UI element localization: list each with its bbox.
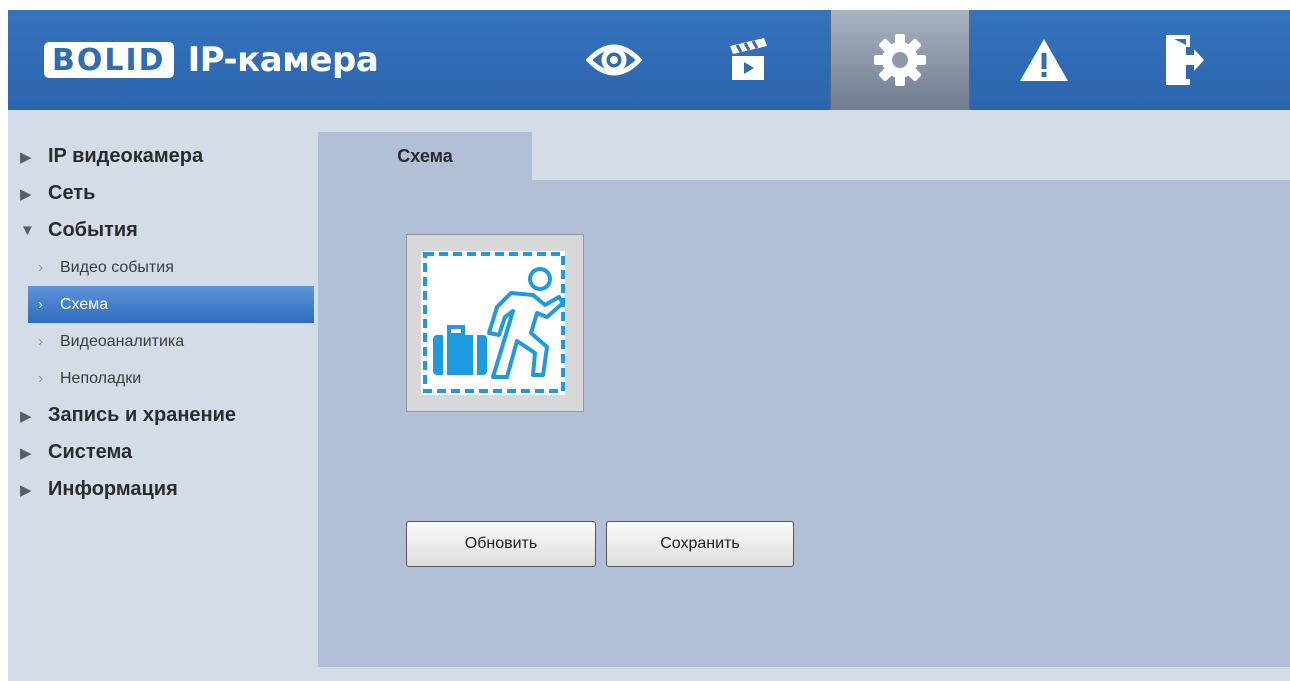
warning-icon xyxy=(1020,39,1068,81)
chevron-right-icon: › xyxy=(38,333,43,350)
triangle-right-icon: ▶ xyxy=(20,444,32,462)
sidebar-item-record-storage[interactable]: ▶ Запись и хранение xyxy=(8,397,318,434)
sidebar-item-label: Запись и хранение xyxy=(48,404,237,426)
nav-alarm[interactable] xyxy=(974,10,1114,110)
gear-icon xyxy=(874,34,926,86)
triangle-right-icon: ▶ xyxy=(20,407,32,425)
top-header: BOLID IP-камера xyxy=(8,10,1290,110)
save-button[interactable]: Сохранить xyxy=(606,521,794,567)
triangle-down-icon: ▼ xyxy=(20,222,35,239)
abandoned-object-icon xyxy=(421,251,565,395)
triangle-right-icon: ▶ xyxy=(20,481,32,499)
eye-icon xyxy=(586,44,642,76)
chevron-right-icon: › xyxy=(38,370,43,387)
sidebar-subitem-scheme[interactable]: › Схема xyxy=(28,286,314,323)
sidebar-subitem-faults[interactable]: › Неполадки xyxy=(8,360,318,397)
sidebar-subitem-label: Неполадки xyxy=(60,369,142,387)
triangle-right-icon: ▶ xyxy=(20,185,32,203)
sidebar-item-network[interactable]: ▶ Сеть xyxy=(8,175,318,212)
content-panel: Схема Обновить Сохранить xyxy=(318,132,1290,667)
scheme-abandoned-object-tile[interactable] xyxy=(406,234,584,412)
tab-bar: Схема xyxy=(318,132,1290,180)
sidebar-item-label: Информация xyxy=(48,478,178,500)
tab-scheme[interactable]: Схема xyxy=(318,132,532,180)
sidebar-item-ip-camera[interactable]: ▶ IP видеокамера xyxy=(8,138,318,175)
nav-playback[interactable] xyxy=(680,10,820,110)
exit-door-icon xyxy=(1166,35,1204,85)
clapperboard-icon xyxy=(730,38,767,80)
nav-live-view[interactable] xyxy=(544,10,684,110)
sidebar-item-events[interactable]: ▼ События xyxy=(8,212,318,249)
sidebar-item-information[interactable]: ▶ Информация xyxy=(8,471,318,508)
logo: BOLID IP-камера xyxy=(44,38,379,82)
sidebar-item-label: События xyxy=(48,219,138,241)
sidebar-subitem-video-events[interactable]: › Видео события xyxy=(8,249,318,286)
nav-logout[interactable] xyxy=(1114,10,1254,110)
sidebar-item-label: IP видеокамера xyxy=(48,145,204,167)
chevron-right-icon: › xyxy=(38,296,43,313)
sidebar-item-label: Система xyxy=(48,441,133,463)
sidebar-subitem-video-analytics[interactable]: › Видеоаналитика xyxy=(8,323,318,360)
chevron-right-icon: › xyxy=(38,259,43,276)
main-area: ▶ IP видеокамера ▶ Сеть ▼ События › Виде… xyxy=(8,110,1290,681)
sidebar-subitem-label: Видео события xyxy=(60,258,174,276)
logo-badge: BOLID xyxy=(44,42,174,78)
sidebar-subitem-label: Видеоаналитика xyxy=(60,332,185,350)
sidebar-item-system[interactable]: ▶ Система xyxy=(8,434,318,471)
logo-text: IP-камера xyxy=(187,40,379,80)
sidebar-item-label: Сеть xyxy=(48,182,96,204)
nav-settings[interactable] xyxy=(830,10,970,110)
sidebar-subitem-label: Схема xyxy=(60,295,109,313)
sidebar: ▶ IP видеокамера ▶ Сеть ▼ События › Виде… xyxy=(8,138,318,508)
refresh-button[interactable]: Обновить xyxy=(406,521,596,567)
triangle-right-icon: ▶ xyxy=(20,148,32,166)
